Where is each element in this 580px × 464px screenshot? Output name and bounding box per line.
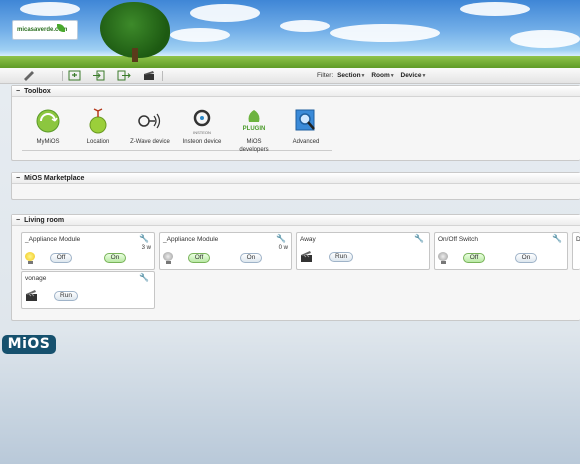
device-name: On/Off Switch <box>438 236 478 243</box>
insteon-brand-text: INSTEON <box>193 130 211 135</box>
plugin-badge: PLUGIN <box>243 126 266 132</box>
filter-room-dropdown[interactable]: Room <box>371 72 389 79</box>
cloud-decoration <box>460 2 530 16</box>
toolbox-panel: − Toolbox MyMiOS Location Z-Wave device I… <box>11 85 580 161</box>
scene-name: Away <box>300 236 316 243</box>
room-enter-icon[interactable] <box>92 70 106 81</box>
header-banner: micasaverde.com <box>0 0 580 68</box>
toolbox-title: Toolbox <box>24 88 51 95</box>
tool-location[interactable]: Location <box>74 108 122 146</box>
on-button[interactable]: On <box>240 253 262 263</box>
lightbulb-off-icon <box>438 252 448 264</box>
zwave-icon <box>137 108 163 134</box>
off-button[interactable]: Off <box>463 253 485 263</box>
collapse-icon[interactable]: − <box>16 88 20 95</box>
scene-card-away: Away 🔧 Run <box>296 232 430 270</box>
tool-label: MyMiOS <box>36 139 60 145</box>
filter-device-dropdown[interactable]: Device <box>401 72 422 79</box>
toolbox-divider <box>22 150 332 151</box>
wrench-icon[interactable]: 🔧 <box>276 234 286 243</box>
run-scene-button[interactable]: Run <box>329 252 353 262</box>
off-button[interactable]: Off <box>188 253 210 263</box>
micasaverde-logo[interactable]: micasaverde.com <box>12 20 78 40</box>
chevron-down-icon: ▼ <box>360 73 366 79</box>
grass-decoration <box>0 56 580 68</box>
collapse-icon[interactable]: − <box>16 217 20 224</box>
mymios-icon <box>35 108 61 134</box>
device-card-partial: D <box>572 232 580 270</box>
cloud-decoration <box>190 4 260 22</box>
scene-card-vonage: vonage 🔧 Run <box>21 271 155 309</box>
advanced-icon <box>293 108 319 134</box>
wrench-icon[interactable]: 🔧 <box>139 234 149 243</box>
scene-clapper-icon <box>301 251 312 262</box>
filter-section-dropdown[interactable]: Section <box>337 72 360 79</box>
on-button[interactable]: On <box>104 253 126 263</box>
room-exit-icon[interactable] <box>117 70 131 81</box>
living-room-title: Living room <box>24 217 65 224</box>
mios-logo: MiOS <box>2 335 56 354</box>
marketplace-panel: − MiOS Marketplace <box>11 172 580 200</box>
cloud-decoration <box>510 30 580 48</box>
power-reading: 0 w <box>278 245 288 251</box>
living-room-header[interactable]: − Living room <box>12 215 580 226</box>
toolbar-separator <box>162 71 163 81</box>
lightbulb-on-icon <box>25 252 35 264</box>
device-name: _Appliance Module <box>163 236 219 243</box>
location-icon <box>85 108 111 134</box>
on-button[interactable]: On <box>515 253 537 263</box>
device-card-appliance-module-2: _Appliance Module 🔧 0 w Off On <box>159 232 292 270</box>
tool-mymios[interactable]: MyMiOS <box>24 108 72 146</box>
filter-label: Filter: <box>317 72 334 79</box>
toolbar: Filter: Section▼ Room▼ Device▼ <box>0 68 580 84</box>
tool-zwave[interactable]: Z-Wave device <box>126 108 174 146</box>
tree-trunk-decoration <box>132 48 138 62</box>
device-card-on-off-switch: On/Off Switch 🔧 Off On <box>434 232 568 270</box>
collapse-icon[interactable]: − <box>16 175 20 182</box>
power-reading: 3 w <box>141 245 151 251</box>
cloud-decoration <box>170 28 230 42</box>
tool-mios-developers[interactable]: PLUGIN MiOS developers <box>230 108 278 154</box>
scene-name: vonage <box>25 275 47 282</box>
scene-clapper-icon[interactable] <box>142 70 156 81</box>
tool-label: Z-Wave device <box>130 139 170 145</box>
wrench-icon[interactable]: 🔧 <box>552 234 562 243</box>
tool-insteon[interactable]: INSTEON Insteon device <box>178 108 226 146</box>
plugin-icon: PLUGIN <box>241 108 267 134</box>
device-name: D <box>576 236 580 243</box>
tool-label: MiOS developers <box>239 139 269 153</box>
marketplace-header[interactable]: − MiOS Marketplace <box>12 173 580 184</box>
chevron-down-icon: ▼ <box>389 73 395 79</box>
run-scene-button[interactable]: Run <box>54 291 78 301</box>
cloud-decoration <box>280 20 330 32</box>
lightbulb-off-icon <box>163 252 173 264</box>
tool-label: Location <box>86 139 110 145</box>
filter-bar: Filter: Section▼ Room▼ Device▼ <box>317 72 428 79</box>
tool-advanced[interactable]: Advanced <box>282 108 330 146</box>
device-card-appliance-module-1: _Appliance Module 🔧 3 w Off On <box>21 232 155 270</box>
marketplace-title: MiOS Marketplace <box>24 175 85 182</box>
tool-label: Insteon device <box>182 139 222 145</box>
device-name: _Appliance Module <box>25 236 81 243</box>
scene-clapper-icon <box>26 290 37 301</box>
off-button[interactable]: Off <box>50 253 72 263</box>
cloud-decoration <box>20 2 80 16</box>
wrench-icon[interactable]: 🔧 <box>414 234 424 243</box>
wrench-icon[interactable]: 🔧 <box>139 273 149 282</box>
add-room-icon[interactable] <box>68 70 82 81</box>
toolbar-separator <box>62 71 63 81</box>
chevron-down-icon: ▼ <box>421 73 427 79</box>
toolbox-header[interactable]: − Toolbox <box>12 86 580 97</box>
cloud-decoration <box>330 24 440 42</box>
tool-label: Advanced <box>292 139 320 145</box>
wrench-icon[interactable] <box>22 70 36 81</box>
